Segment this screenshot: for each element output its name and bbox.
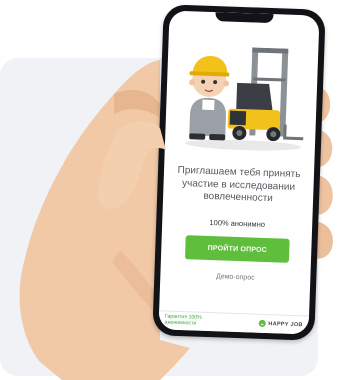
worker-with-forklift-illustration bbox=[184, 47, 304, 151]
anonymity-guarantee: Гарантия 100% анонимности bbox=[164, 313, 202, 327]
survey-invite-text: Приглашаем тебя принять участие в исслед… bbox=[177, 164, 301, 205]
demo-survey-link[interactable]: Демо-опрос bbox=[160, 271, 310, 283]
screen-footer: Гарантия 100% анонимности HAPPY JOB bbox=[158, 310, 310, 335]
brand-logo: HAPPY JOB bbox=[258, 319, 303, 329]
anonymity-note: 100% анонимно bbox=[209, 218, 266, 229]
start-survey-button[interactable]: ПРОЙТИ ОПРОС bbox=[184, 235, 290, 263]
phone-notch bbox=[215, 12, 274, 24]
happy-job-logo-icon bbox=[258, 319, 266, 328]
brand-name: HAPPY JOB bbox=[268, 320, 303, 328]
smartphone: Приглашаем тебя принять участие в исслед… bbox=[152, 4, 326, 341]
phone-screen: Приглашаем тебя принять участие в исслед… bbox=[158, 10, 320, 335]
